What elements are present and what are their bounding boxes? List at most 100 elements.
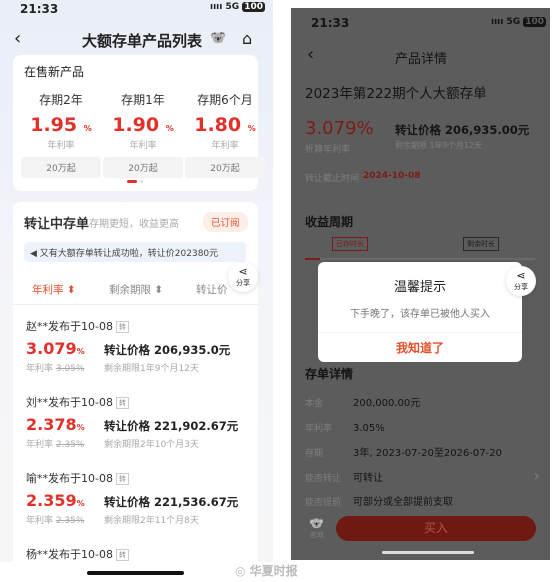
orig-rate: 2.35% bbox=[55, 516, 85, 526]
unit: % bbox=[83, 124, 92, 133]
item-header: 喻**发布于10-08 bbox=[26, 472, 113, 485]
detail-label: 存期 bbox=[305, 449, 324, 459]
weibo-logo-icon: ◎ bbox=[235, 564, 250, 578]
remaining: 剩余期限1年9个月12天 bbox=[104, 364, 199, 374]
share-button[interactable]: ⋖ 分享 bbox=[228, 262, 258, 292]
rate-label: 年利率 bbox=[129, 141, 157, 151]
sort-label: 年利率 bbox=[32, 284, 64, 296]
remaining: 剩余期限2年11个月8天 bbox=[104, 516, 199, 526]
rate-label: 年利率 bbox=[47, 141, 75, 151]
list-item[interactable]: 赵**发布于10-08 转 3.079% 转让价格 206,935.0元 年利率 3… bbox=[26, 318, 256, 374]
alert-dialog: 温馨提示 下手晚了，该存单已被他人买入 我知道了 bbox=[318, 262, 522, 362]
item-header: 赵**发布于10-08 bbox=[26, 320, 113, 333]
detail-row[interactable]: 能否转让 可转让 › bbox=[305, 466, 540, 485]
advisor-icon: 🐨 bbox=[309, 516, 324, 530]
item-header: 刘**发布于10-08 bbox=[26, 396, 113, 409]
transfer-tag: 转 bbox=[115, 549, 129, 561]
timeline-progress bbox=[305, 258, 320, 260]
buy-button[interactable]: 买入 bbox=[336, 516, 536, 541]
detail-label: 年利率 bbox=[305, 424, 333, 434]
left-tag: 剩余时长 bbox=[463, 237, 499, 251]
page-title: 产品详情 bbox=[395, 52, 448, 67]
product-card[interactable]: 存期2年 1.95 % 年利率 20万起 bbox=[21, 91, 101, 178]
dialog-title: 温馨提示 bbox=[393, 280, 446, 295]
share-button[interactable]: ⋖ 分享 bbox=[506, 266, 536, 296]
share-icon: ⋖ bbox=[516, 269, 526, 282]
sort-remaining[interactable]: 剩余期限 ⬍ bbox=[109, 282, 163, 297]
confirm-button[interactable]: 我知道了 bbox=[318, 332, 522, 363]
unit: % bbox=[76, 499, 85, 508]
item-header: 杨**发布于10-08 bbox=[26, 548, 113, 561]
item-price: 转让价格 221,536.67元 bbox=[104, 495, 239, 509]
detail-label: 本金 bbox=[305, 399, 324, 409]
rate: 1.90 bbox=[112, 114, 160, 136]
unit: % bbox=[76, 347, 85, 356]
product-card[interactable]: 存期6个月 1.80 % 年利率 20万起 bbox=[185, 91, 265, 178]
deadline-label: 转让截止时间 bbox=[305, 174, 360, 184]
page-indicator bbox=[140, 180, 143, 183]
subscribed-badge[interactable]: 已订阅 bbox=[203, 212, 248, 232]
term: 存期6个月 bbox=[197, 93, 253, 107]
detail-label: 能否转让 bbox=[305, 474, 342, 484]
notice-bar: ◀ 又有大额存单转让成功啦，转让价202380元 bbox=[24, 242, 246, 262]
orig-rate: 2.35% bbox=[55, 440, 85, 450]
list-item[interactable]: 喻**发布于10-08 转 2.359% 转让价格 221,536.67元 年利率 … bbox=[26, 470, 256, 526]
home-indicator bbox=[382, 551, 474, 554]
remaining: 剩余期限2年10个月3天 bbox=[104, 440, 199, 450]
detail-row: 本金 200,000.00元 bbox=[305, 391, 420, 410]
left-screen: 21:33 ıııı 5G 100 ‹ 大额存单产品列表 🐨 ⌂ 在售新产品 存… bbox=[0, 0, 273, 582]
transfer-tag: 转 bbox=[115, 397, 129, 409]
rate-label: 年利率 bbox=[26, 364, 54, 374]
rate-label: 年利率 bbox=[26, 516, 54, 526]
back-button[interactable]: ‹ bbox=[307, 44, 314, 65]
unit: % bbox=[76, 423, 85, 432]
remaining: 剩余期限 1年9个月12天 bbox=[395, 141, 482, 150]
orig-rate: 3.05% bbox=[55, 364, 85, 374]
new-products-card: 在售新产品 存期2年 1.95 % 年利率 20万起 存期1年 1.90 % 年利率 20万… bbox=[13, 55, 265, 191]
rate: 1.80 bbox=[194, 114, 242, 136]
sort-rate[interactable]: 年利率 ⬍ bbox=[32, 282, 76, 297]
detail-value: 可部分或全部提前支取 bbox=[353, 497, 453, 508]
right-screen[interactable]: 21:33 ıııı 5G 100 ‹ 产品详情 2023年第222期个人大额存… bbox=[291, 8, 550, 560]
battery: 100 bbox=[523, 17, 547, 27]
transfer-tag: 转 bbox=[115, 321, 129, 333]
item-rate: 2.359 bbox=[26, 491, 77, 510]
watermark: ◎ 华夏时报 bbox=[235, 562, 298, 579]
advisor-button[interactable]: 🐨 咨询 bbox=[309, 516, 324, 540]
unit: % bbox=[165, 124, 174, 133]
product-title: 2023年第222期个人大额存单 bbox=[305, 86, 487, 102]
advisor-label: 咨询 bbox=[309, 531, 324, 539]
list-item[interactable]: 刘**发布于10-08 转 2.378% 转让价格 221,902.67元 年利率 … bbox=[26, 394, 256, 450]
timeline bbox=[305, 258, 535, 260]
mascot-icon[interactable]: 🐨 bbox=[210, 31, 226, 46]
cycle-title: 收益周期 bbox=[305, 215, 354, 229]
transfer-tag: 转 bbox=[115, 473, 129, 485]
detail-value: 200,000.00元 bbox=[353, 398, 421, 409]
section-title: 转让中存单 bbox=[24, 217, 90, 232]
rate: 3.079% bbox=[305, 118, 374, 139]
item-price: 转让价格 206,935.0元 bbox=[104, 343, 231, 357]
back-button[interactable]: ‹ bbox=[14, 28, 21, 49]
status-time: 21:33 bbox=[20, 2, 59, 16]
deadline: 2024-10-08 bbox=[363, 171, 421, 181]
notice-text: 又有大额存单转让成功啦，转让价202380元 bbox=[39, 249, 219, 259]
product-card[interactable]: 存期1年 1.90 % 年利率 20万起 bbox=[103, 91, 183, 178]
item-rate: 3.079 bbox=[26, 339, 77, 358]
detail-label: 能否提前 bbox=[305, 498, 342, 508]
held-tag: 已存时长 bbox=[332, 237, 368, 251]
detail-value: 3.05% bbox=[353, 423, 385, 434]
sort-price[interactable]: 转让价 bbox=[196, 282, 228, 297]
page-indicator-active bbox=[127, 180, 137, 183]
details-title: 存单详情 bbox=[305, 367, 354, 381]
detail-row: 存期 3年, 2023-07-20至2026-07-20 bbox=[305, 441, 502, 460]
detail-value: 3年, 2023-07-20至2026-07-20 bbox=[353, 448, 502, 459]
detail-row: 年利率 3.05% bbox=[305, 416, 385, 435]
watermark-text: 华夏时报 bbox=[249, 564, 298, 578]
rate-label: 年利率 bbox=[211, 141, 239, 151]
status-icons: ıııı 5G 100 bbox=[210, 2, 266, 12]
home-icon[interactable]: ⌂ bbox=[242, 29, 252, 48]
share-label: 分享 bbox=[514, 283, 528, 291]
list-item[interactable]: 杨**发布于10-08 转 bbox=[26, 546, 256, 562]
page-title: 大额存单产品列表 bbox=[82, 32, 203, 50]
min-amount: 20万起 bbox=[21, 157, 101, 178]
